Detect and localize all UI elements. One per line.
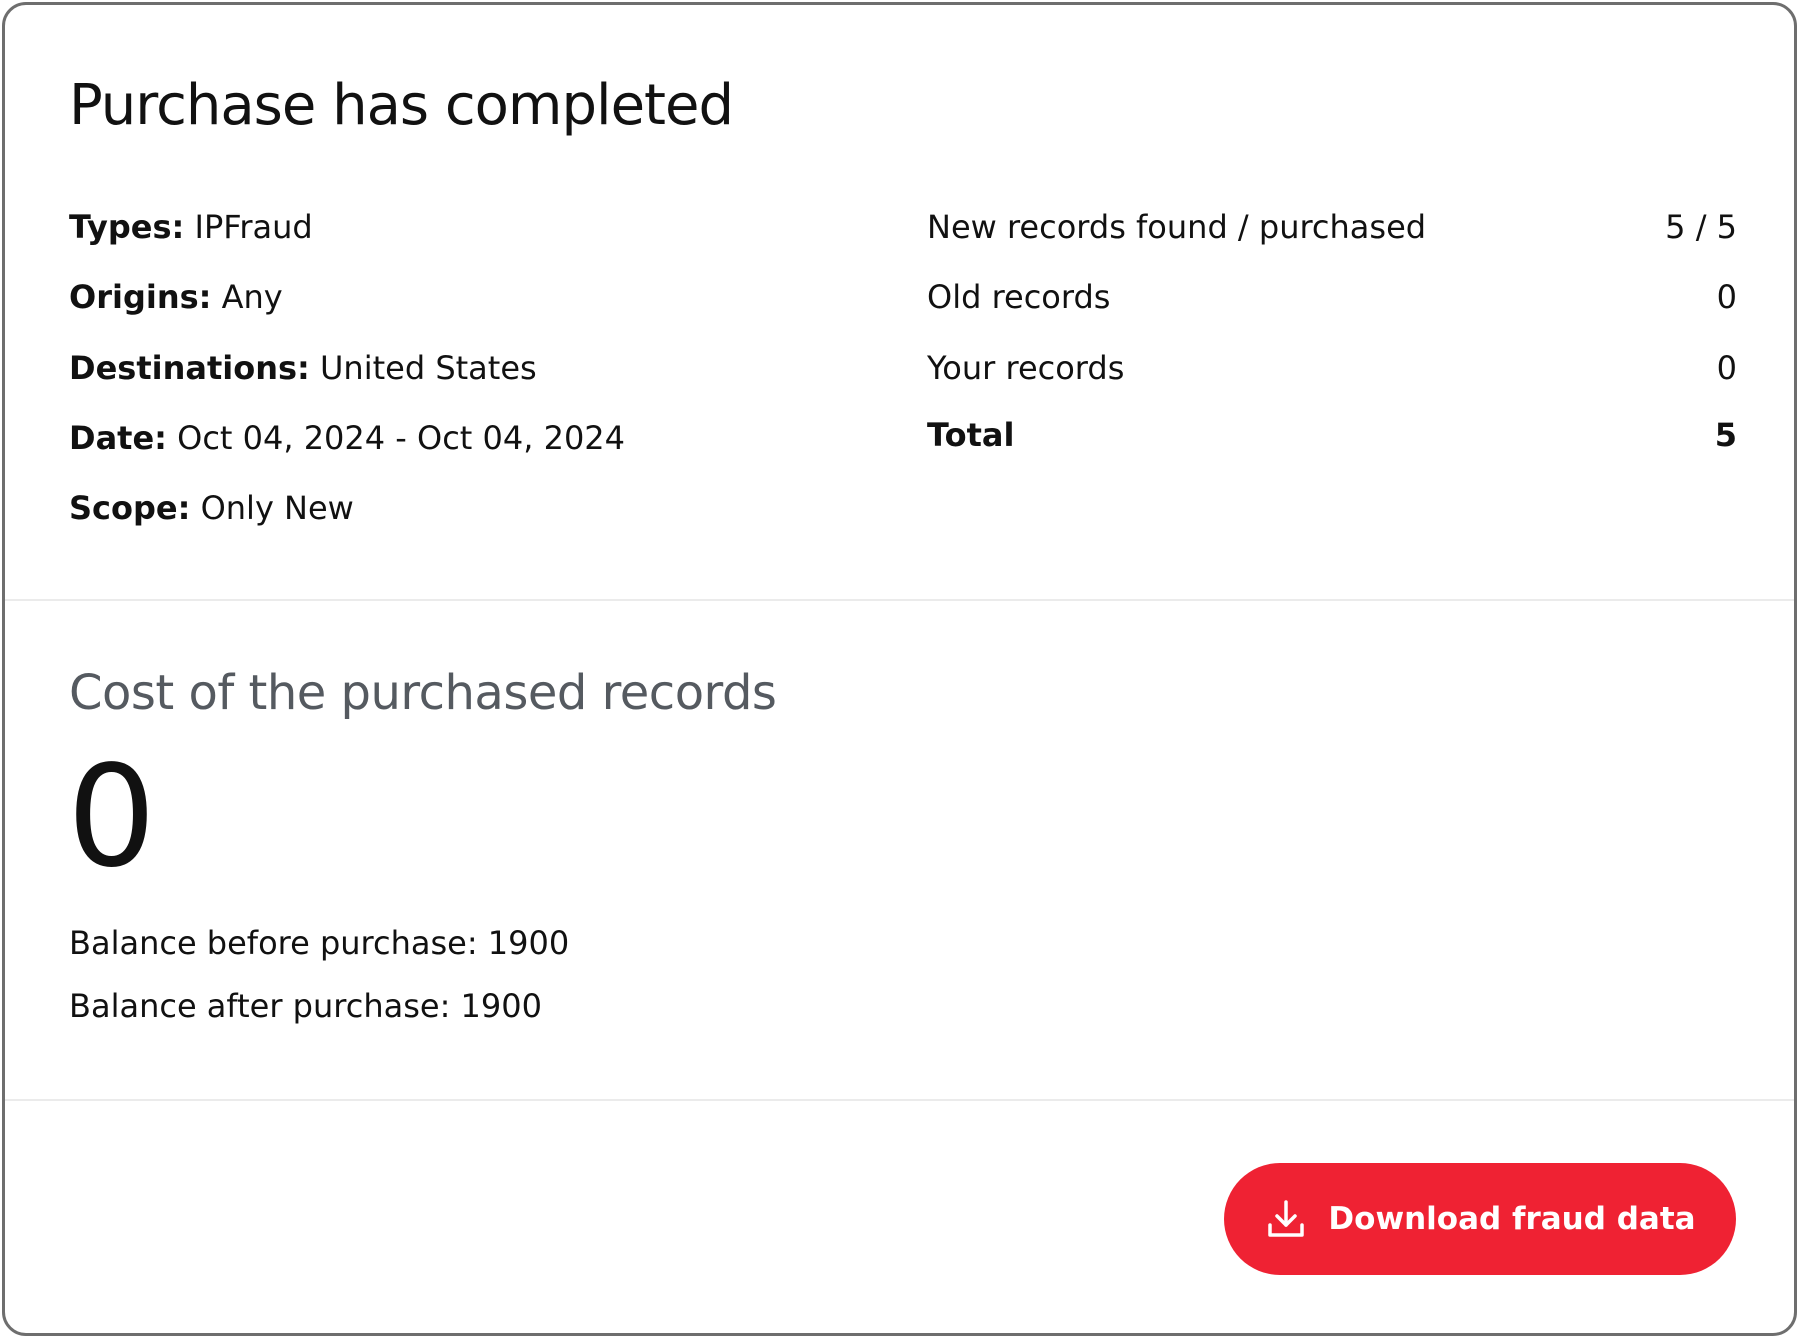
detail-scope-value: Only New [200, 489, 354, 527]
balance-after: Balance after purchase: 1900 [69, 987, 542, 1025]
cost-value: 0 [67, 736, 157, 899]
page-title: Purchase has completed [69, 73, 734, 138]
balance-before: Balance before purchase: 1900 [69, 924, 570, 962]
detail-destinations-value: United States [320, 349, 537, 387]
stat-new-records-label: New records found / purchased [927, 208, 1427, 246]
stat-total: Total 5 [927, 415, 1737, 455]
detail-scope-label: Scope: [69, 489, 191, 527]
detail-types-value: IPFraud [194, 208, 313, 246]
download-fraud-data-button[interactable]: Download fraud data [1224, 1163, 1736, 1275]
stat-new-records-value: 5 / 5 [1665, 208, 1737, 246]
detail-origins: Origins: Any [69, 277, 283, 317]
stat-your-records-label: Your records [927, 349, 1125, 387]
purchase-summary-card: Purchase has completed Types: IPFraud Or… [2, 2, 1797, 1336]
cost-title: Cost of the purchased records [69, 665, 777, 721]
stat-old-records-value: 0 [1716, 278, 1737, 316]
stat-your-records-value: 0 [1716, 349, 1737, 387]
download-button-label: Download fraud data [1328, 1201, 1696, 1237]
section-divider [5, 599, 1794, 601]
detail-scope: Scope: Only New [69, 488, 354, 528]
section-divider [5, 1099, 1794, 1101]
detail-destinations: Destinations: United States [69, 348, 537, 388]
stat-new-records: New records found / purchased 5 / 5 [927, 207, 1737, 247]
detail-destinations-label: Destinations: [69, 349, 310, 387]
stat-total-label: Total [927, 416, 1015, 454]
detail-types: Types: IPFraud [69, 207, 313, 247]
detail-date-label: Date: [69, 419, 167, 457]
detail-types-label: Types: [69, 208, 185, 246]
stat-old-records-label: Old records [927, 278, 1111, 316]
stat-old-records: Old records 0 [927, 277, 1737, 317]
detail-date-value: Oct 04, 2024 - Oct 04, 2024 [177, 419, 626, 457]
detail-origins-value: Any [221, 278, 283, 316]
download-icon [1264, 1197, 1308, 1241]
stat-total-value: 5 [1714, 416, 1737, 454]
stat-your-records: Your records 0 [927, 348, 1737, 388]
detail-date: Date: Oct 04, 2024 - Oct 04, 2024 [69, 418, 625, 458]
detail-origins-label: Origins: [69, 278, 212, 316]
